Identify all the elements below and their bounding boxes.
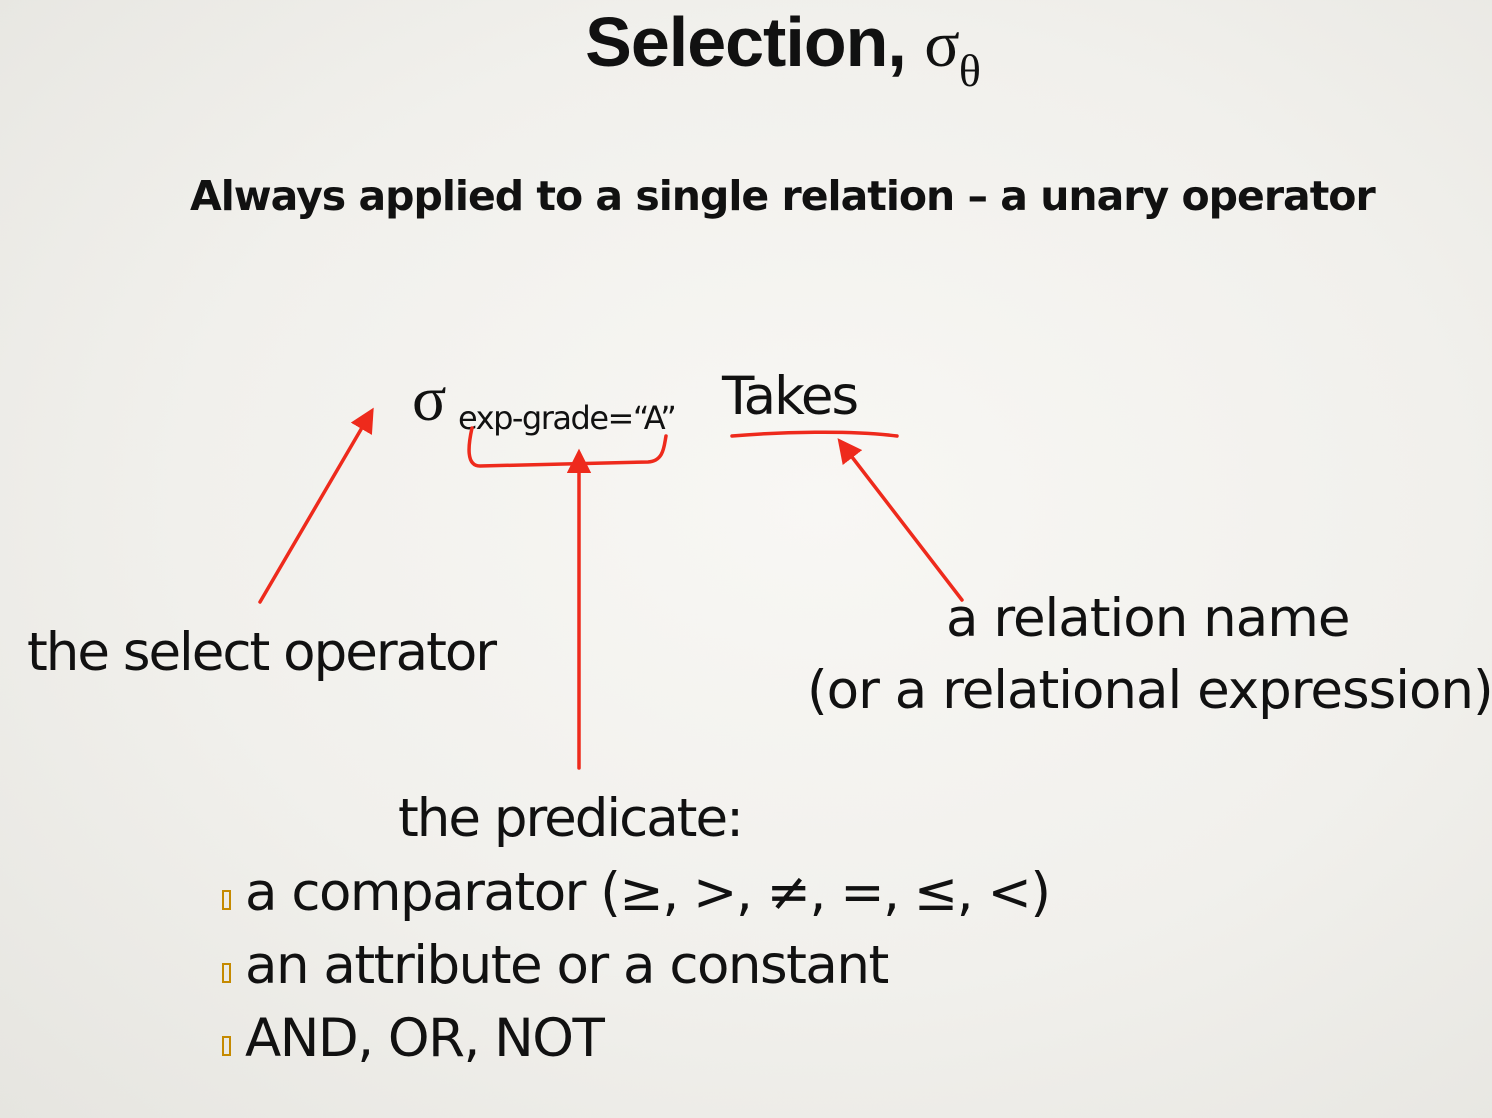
relation-name-arrow — [837, 438, 964, 602]
predicate-underline-bracket — [467, 426, 668, 468]
select-operator-arrow — [258, 407, 374, 604]
relation-underline — [730, 430, 899, 438]
red-annotation-layer — [258, 407, 964, 770]
